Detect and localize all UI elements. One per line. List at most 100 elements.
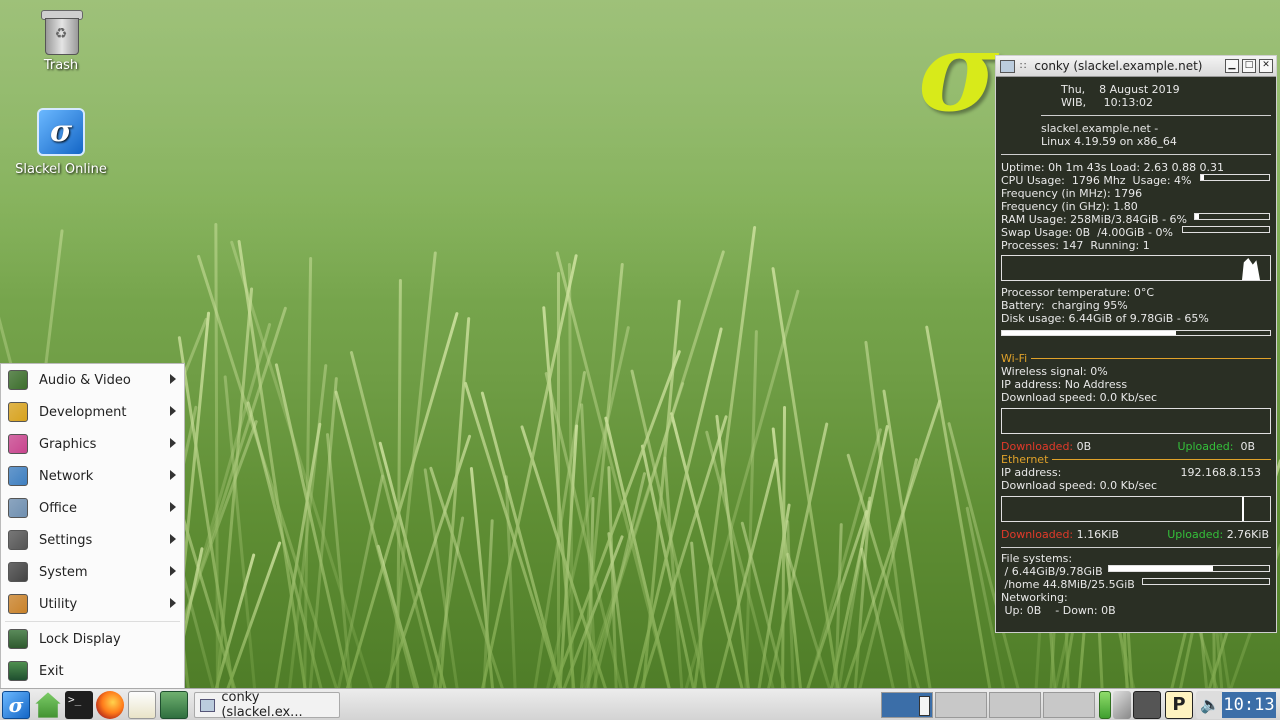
bluetooth-icon[interactable] bbox=[1113, 691, 1131, 719]
task-label: conky (slackel.ex... bbox=[221, 690, 303, 720]
wifi-graph bbox=[1001, 408, 1271, 434]
menu-item-label: Lock Display bbox=[39, 631, 121, 647]
menu-item-label: Office bbox=[39, 500, 77, 516]
ram-bar bbox=[1194, 213, 1270, 220]
menu-item-label: Audio & Video bbox=[39, 372, 131, 388]
close-icon[interactable]: ✕ bbox=[1259, 59, 1273, 73]
graphics-icon bbox=[8, 434, 28, 454]
wifi-uploaded-value: 0B bbox=[1240, 440, 1255, 453]
menu-item-settings[interactable]: Settings bbox=[1, 524, 184, 556]
slackel-sigma-logo: σ bbox=[918, 7, 1000, 136]
wifi-section-header: Wi-Fi bbox=[1001, 352, 1271, 365]
ethernet-downloaded-label: Downloaded: bbox=[1001, 528, 1074, 541]
menu-item-exit[interactable]: Exit bbox=[1, 655, 184, 687]
terminal-icon[interactable]: >_ bbox=[65, 691, 93, 719]
menu-item-audio-video[interactable]: Audio & Video bbox=[1, 364, 184, 396]
submenu-arrow-icon bbox=[170, 598, 176, 608]
ethernet-downloaded-value: 1.16KiB bbox=[1076, 528, 1119, 541]
firefox-icon[interactable] bbox=[96, 691, 124, 719]
text-editor-icon[interactable] bbox=[128, 691, 156, 719]
desktop-background: ♻ Trash σ Slackel Online σ ∷ conky (slac… bbox=[0, 0, 1280, 688]
submenu-arrow-icon bbox=[170, 534, 176, 544]
system-monitor-icon[interactable] bbox=[160, 691, 188, 719]
conky-swap: Swap Usage: 0B /4.00GiB - 0% bbox=[1001, 226, 1173, 239]
conky-ram-row: RAM Usage: 258MiB/3.84GiB - 6% bbox=[1001, 213, 1271, 226]
desktop-icon-slackel-online[interactable]: σ Slackel Online bbox=[6, 108, 116, 177]
menu-item-graphics[interactable]: Graphics bbox=[1, 428, 184, 460]
clock[interactable]: 10:13 bbox=[1222, 692, 1276, 718]
exit-icon bbox=[8, 661, 28, 681]
conky-titlebar[interactable]: ∷ conky (slackel.example.net) ▁ □ ✕ bbox=[996, 56, 1276, 77]
conky-uptime: Uptime: 0h 1m 43s Load: 2.63 0.88 0.31 bbox=[1001, 161, 1225, 174]
start-menu-button[interactable]: σ bbox=[2, 691, 30, 719]
menu-item-lock-display[interactable]: Lock Display bbox=[1, 623, 184, 655]
window-menu-icon[interactable] bbox=[1000, 59, 1015, 73]
menu-item-system[interactable]: System bbox=[1, 556, 184, 588]
swap-bar bbox=[1182, 226, 1270, 233]
desktop-icon-trash[interactable]: ♻ Trash bbox=[6, 10, 116, 73]
menu-item-label: System bbox=[39, 564, 88, 580]
conky-date: Thu, 8 August 2019 bbox=[1061, 83, 1180, 96]
ethernet-ip-value: 192.168.8.153 bbox=[1180, 466, 1261, 479]
menu-item-label: Graphics bbox=[39, 436, 97, 452]
system-icon bbox=[8, 562, 28, 582]
cpu-graph bbox=[1001, 255, 1271, 281]
volume-icon[interactable]: 🔈 bbox=[1196, 691, 1224, 719]
menu-item-development[interactable]: Development bbox=[1, 396, 184, 428]
slackel-logo-icon: σ bbox=[37, 108, 85, 156]
submenu-arrow-icon bbox=[170, 502, 176, 512]
submenu-arrow-icon bbox=[170, 438, 176, 448]
workspace-3[interactable] bbox=[989, 692, 1041, 718]
ethernet-totals: Downloaded: 1.16KiB Uploaded: 2.76KiB bbox=[1001, 528, 1271, 541]
desktop-icon-label: Slackel Online bbox=[15, 162, 107, 177]
window-title: conky (slackel.example.net) bbox=[1034, 59, 1203, 73]
conky-temperature: Processor temperature: 0°C bbox=[1001, 286, 1155, 299]
desktop-icon-label: Trash bbox=[43, 58, 79, 73]
menu-item-network[interactable]: Network bbox=[1, 460, 184, 492]
ethernet-ip-label: IP address: bbox=[1001, 466, 1062, 479]
conky-window[interactable]: ∷ conky (slackel.example.net) ▁ □ ✕ Thu,… bbox=[995, 55, 1277, 633]
fs-root-bar bbox=[1108, 565, 1270, 572]
conky-freq-mhz: Frequency (in MHz): 1796 bbox=[1001, 187, 1143, 200]
battery-icon[interactable] bbox=[1099, 691, 1111, 719]
utility-icon bbox=[8, 594, 28, 614]
fs-home: /home 44.8MiB/25.5GiB bbox=[1001, 578, 1135, 591]
maximize-icon[interactable]: □ bbox=[1242, 59, 1256, 73]
net-title: Networking: bbox=[1001, 591, 1068, 604]
divider bbox=[1001, 547, 1271, 548]
start-menu[interactable]: Audio & Video Development Graphics Network O… bbox=[0, 363, 185, 688]
network-icon bbox=[8, 466, 28, 486]
disk-bar bbox=[1001, 330, 1271, 336]
divider bbox=[1041, 115, 1271, 116]
net-updown: Up: 0B - Down: 0B bbox=[1001, 604, 1116, 617]
ethernet-download-speed: Download speed: 0.0 Kb/sec bbox=[1001, 479, 1158, 492]
settings-icon bbox=[8, 530, 28, 550]
menu-separator bbox=[5, 621, 180, 622]
menu-item-label: Utility bbox=[39, 596, 78, 612]
menu-item-label: Development bbox=[39, 404, 127, 420]
window-icon bbox=[200, 698, 216, 712]
submenu-arrow-icon bbox=[170, 470, 176, 480]
taskbar-task-conky[interactable]: conky (slackel.ex... bbox=[194, 690, 340, 720]
conky-freq-ghz: Frequency (in GHz): 1.80 bbox=[1001, 200, 1138, 213]
minimize-icon[interactable]: ▁ bbox=[1225, 59, 1239, 73]
home-folder-icon[interactable] bbox=[35, 692, 61, 718]
submenu-arrow-icon bbox=[170, 374, 176, 384]
submenu-arrow-icon bbox=[170, 406, 176, 416]
conky-disk: Disk usage: 6.44GiB of 9.78GiB - 65% bbox=[1001, 312, 1209, 325]
menu-item-utility[interactable]: Utility bbox=[1, 588, 184, 620]
conky-battery: Battery: charging 95% bbox=[1001, 299, 1128, 312]
workspace-2[interactable] bbox=[935, 692, 987, 718]
workspace-1[interactable] bbox=[881, 692, 933, 718]
wifi-ip: IP address: No Address bbox=[1001, 378, 1128, 391]
network-icon[interactable] bbox=[1133, 691, 1161, 719]
lock-display-icon bbox=[8, 629, 28, 649]
conky-content: Thu, 8 August 2019 WIB, 10:13:02 slackel… bbox=[996, 77, 1276, 617]
fs-root: / 6.44GiB/9.78GiB bbox=[1001, 565, 1103, 578]
conky-cpu: CPU Usage: 1796 Mhz Usage: 4% bbox=[1001, 174, 1192, 187]
sticky-icon[interactable]: ∷ bbox=[1020, 61, 1026, 72]
workspace-4[interactable] bbox=[1043, 692, 1095, 718]
menu-item-office[interactable]: Office bbox=[1, 492, 184, 524]
package-manager-icon[interactable]: P bbox=[1165, 691, 1193, 719]
conky-swap-row: Swap Usage: 0B /4.00GiB - 0% bbox=[1001, 226, 1271, 239]
